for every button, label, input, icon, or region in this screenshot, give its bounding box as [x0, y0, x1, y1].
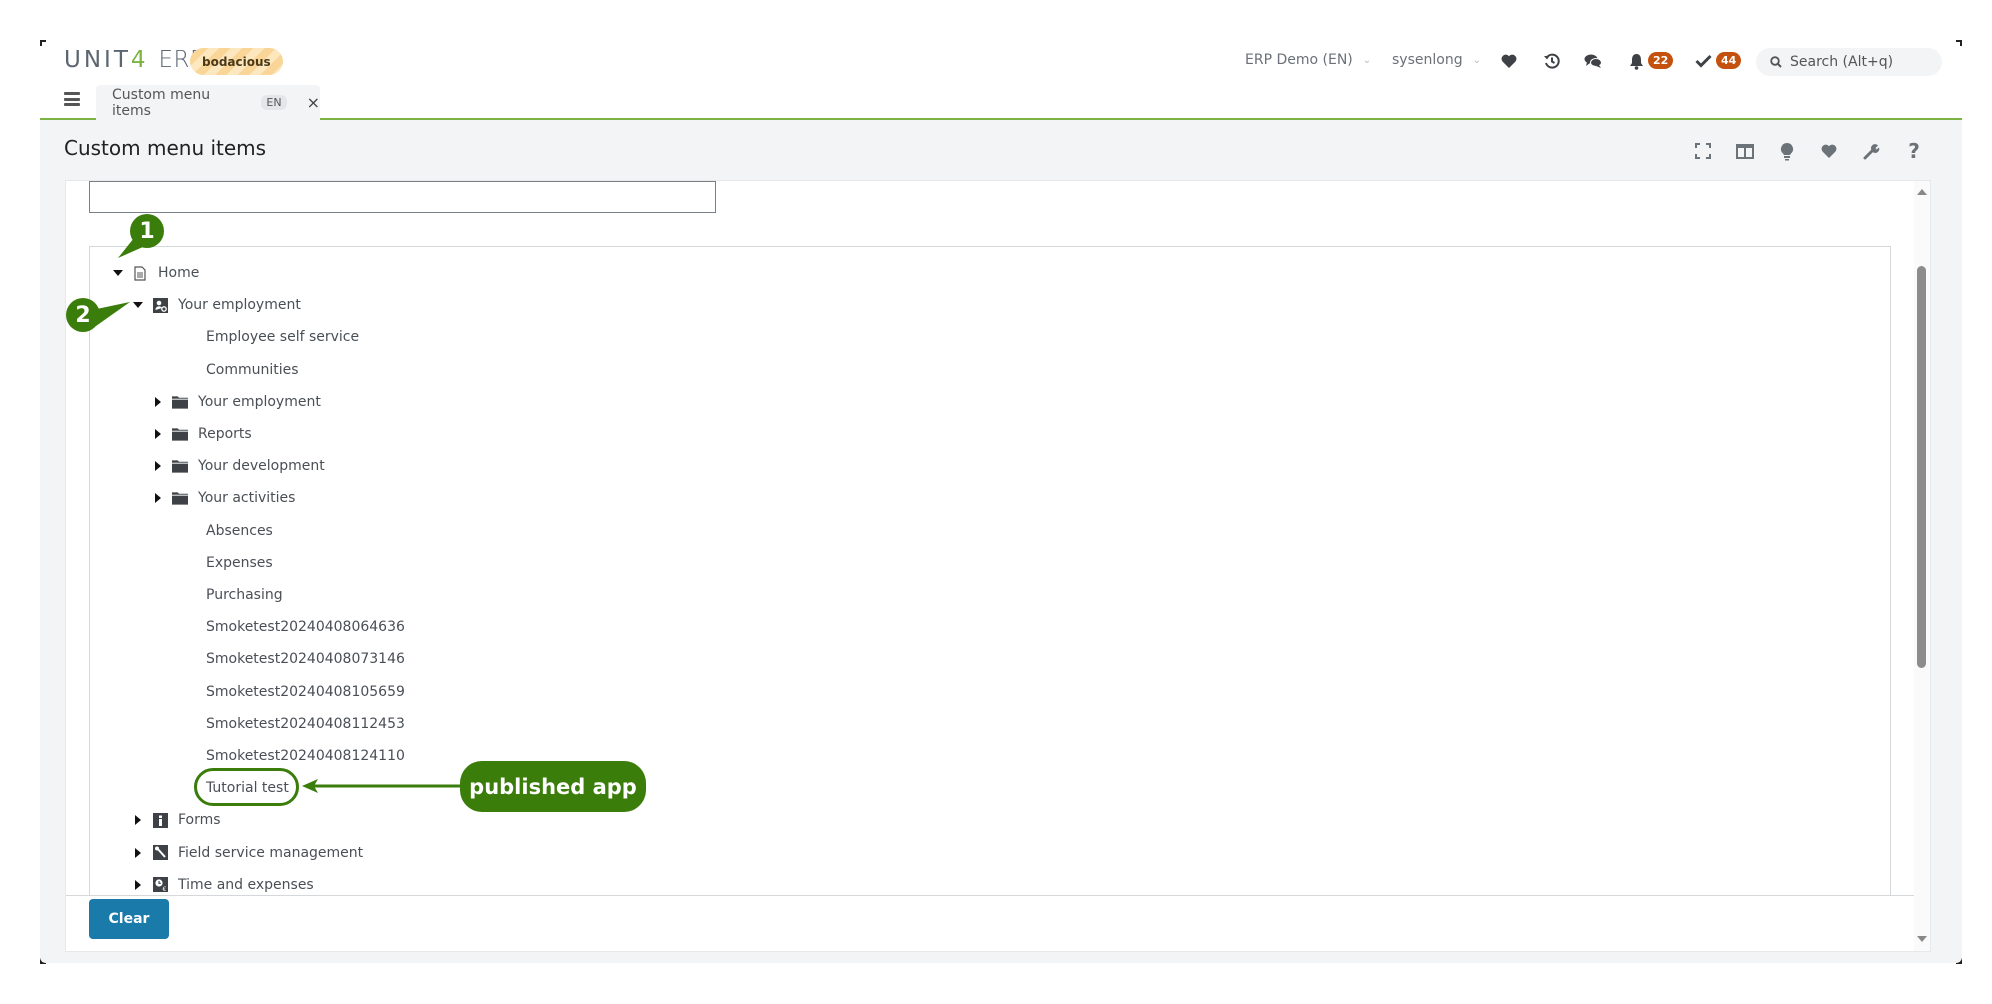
published-app-label: published app	[460, 761, 646, 812]
highlight-oval	[194, 768, 299, 806]
annotation-overlay	[92, 238, 460, 793]
callout-1: 1	[130, 214, 164, 248]
callout-2: 2	[66, 298, 100, 332]
